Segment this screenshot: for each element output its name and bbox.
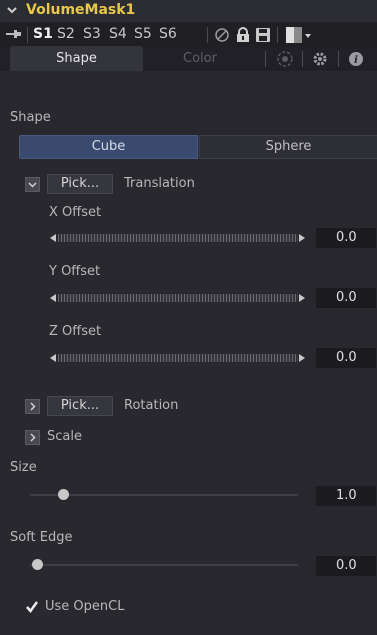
version-s3[interactable]: S3 [83, 26, 101, 42]
tab-color[interactable]: Color [145, 46, 255, 71]
node-title: VolumeMask1 [26, 2, 136, 18]
soft-edge-slider[interactable] [30, 564, 298, 566]
rotation-pick-button[interactable]: Pick... [47, 396, 113, 416]
rotation-label: Rotation [124, 398, 179, 413]
gear-icon[interactable] [311, 50, 329, 68]
soft-edge-label: Soft Edge [10, 530, 73, 545]
scale-label: Scale [47, 429, 82, 444]
expand-scale-toggle[interactable] [25, 430, 40, 445]
disable-icon[interactable] [214, 27, 230, 43]
version-s4[interactable]: S4 [109, 26, 127, 42]
z-offset-slider[interactable] [58, 354, 298, 362]
translation-pick-button[interactable]: Pick... [47, 174, 113, 194]
y-offset-slider[interactable] [58, 294, 298, 302]
y-offset-label: Y Offset [49, 264, 101, 279]
x-offset-label: X Offset [49, 205, 102, 220]
use-opencl-label: Use OpenCL [45, 599, 125, 614]
tab-divider [338, 51, 339, 67]
toolbar-divider [207, 27, 208, 43]
x-offset-decrement-icon[interactable] [50, 234, 56, 242]
use-opencl-checkbox[interactable] [25, 600, 39, 614]
size-slider[interactable] [30, 494, 298, 496]
shape-sphere-button[interactable]: Sphere [199, 135, 377, 159]
lock-icon[interactable] [236, 27, 250, 43]
info-icon[interactable]: i [347, 50, 365, 68]
tab-shape[interactable]: Shape [10, 46, 143, 71]
y-offset-value[interactable]: 0.0 [316, 288, 376, 308]
tab-divider [265, 51, 266, 67]
size-slider-knob[interactable] [58, 489, 69, 500]
version-s1[interactable]: S1 [33, 26, 53, 42]
size-label: Size [10, 460, 37, 475]
x-offset-value[interactable]: 0.0 [316, 228, 376, 248]
z-offset-value[interactable]: 0.0 [316, 348, 376, 368]
y-offset-increment-icon[interactable] [299, 294, 305, 302]
soft-edge-value[interactable]: 0.0 [316, 556, 376, 576]
expand-rotation-toggle[interactable] [25, 399, 40, 414]
settings-radial-icon[interactable] [276, 50, 294, 68]
save-icon[interactable] [256, 28, 270, 42]
y-offset-decrement-icon[interactable] [50, 294, 56, 302]
pin-icon[interactable] [6, 29, 22, 39]
soft-edge-slider-knob[interactable] [32, 559, 43, 570]
x-offset-slider[interactable] [58, 234, 298, 242]
shape-cube-button[interactable]: Cube [19, 135, 198, 159]
x-offset-increment-icon[interactable] [299, 234, 305, 242]
toolbar-divider [277, 27, 278, 43]
z-offset-label: Z Offset [49, 324, 102, 339]
size-value[interactable]: 1.0 [316, 486, 376, 506]
z-offset-decrement-icon[interactable] [50, 354, 56, 362]
shape-label: Shape [10, 110, 51, 125]
z-offset-increment-icon[interactable] [299, 354, 305, 362]
color-swatch-menu-icon[interactable] [286, 26, 312, 44]
svg-text:i: i [354, 55, 358, 66]
version-s2[interactable]: S2 [57, 26, 75, 42]
toolbar-divider [27, 27, 28, 43]
collapse-chevron-icon[interactable] [6, 3, 18, 17]
version-s5[interactable]: S5 [134, 26, 152, 42]
tab-divider [302, 51, 303, 67]
version-s6[interactable]: S6 [159, 26, 177, 42]
expand-translation-toggle[interactable] [25, 177, 40, 192]
translation-label: Translation [124, 176, 195, 191]
